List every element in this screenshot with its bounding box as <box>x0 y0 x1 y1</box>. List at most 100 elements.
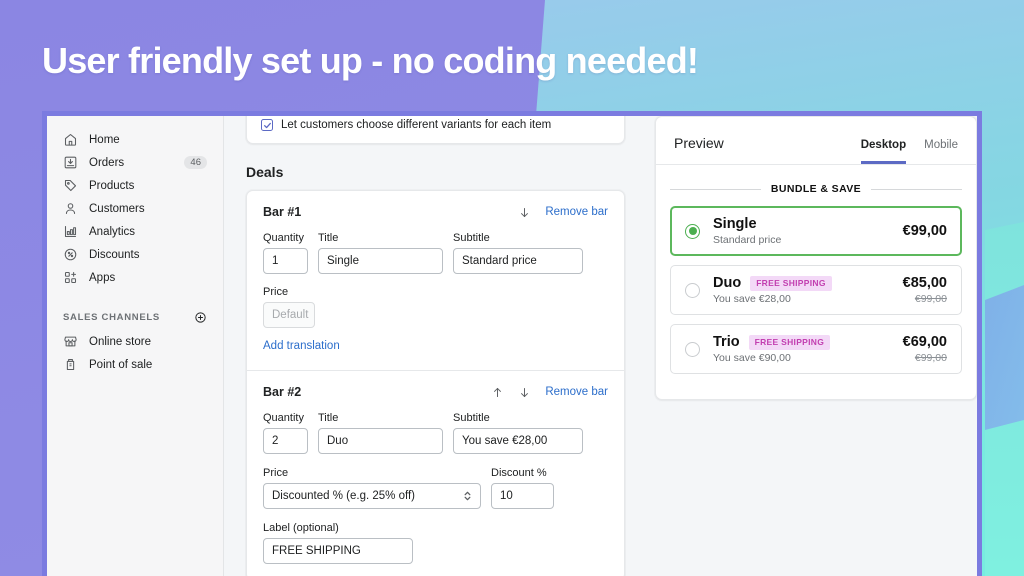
bar-2-price-field: Price Discounted % (e.g. 25% off) <box>263 467 481 509</box>
move-up-arrow-icon[interactable] <box>491 386 504 399</box>
free-shipping-badge: FREE SHIPPING <box>749 335 831 350</box>
bar-1-quantity-field: Quantity 1 <box>263 232 308 274</box>
sales-channels-section-header: SALES CHANNELS <box>63 311 207 324</box>
move-down-arrow-icon[interactable] <box>518 206 531 219</box>
bundle-option-title-row: Trio FREE SHIPPING <box>713 334 903 350</box>
sidebar: Home Orders 46 Products Customers <box>47 116 224 576</box>
bundle-option-subtitle: You save €28,00 <box>713 293 903 305</box>
preview-card: Preview Desktop Mobile BUNDLE & SAVE S <box>655 116 977 400</box>
sidebar-item-discounts[interactable]: Discounts <box>55 243 215 266</box>
bar-1-title-label: Title <box>318 232 443 244</box>
bar-2-subtitle-field: Subtitle You save €28,00 <box>453 412 583 454</box>
bar-2-discount-label: Discount % <box>491 467 554 479</box>
point-of-sale-icon <box>63 357 81 372</box>
bar-2-remove-button[interactable]: Remove bar <box>545 386 608 398</box>
deals-section-title: Deals <box>246 164 625 180</box>
sidebar-item-label: Customers <box>89 203 207 215</box>
bar-block-1: Bar #1 Remove bar Quantity 1 Title <box>247 191 624 370</box>
sidebar-item-home[interactable]: Home <box>55 128 215 151</box>
divider-left <box>670 189 761 190</box>
tab-desktop[interactable]: Desktop <box>861 139 906 164</box>
bundle-option-pricing: €85,00 €99,00 <box>903 275 947 305</box>
sidebar-item-label: Discounts <box>89 249 207 261</box>
tag-icon <box>63 178 81 193</box>
bundle-heading-text: BUNDLE & SAVE <box>771 183 861 195</box>
sidebar-item-customers[interactable]: Customers <box>55 197 215 220</box>
sidebar-item-orders[interactable]: Orders 46 <box>55 151 215 174</box>
move-down-arrow-icon[interactable] <box>518 386 531 399</box>
orders-icon <box>63 155 81 170</box>
bundle-option-name: Duo <box>713 275 741 291</box>
deals-form-column: Let customers choose different variants … <box>224 116 647 576</box>
bar-1-actions: Remove bar <box>518 206 608 219</box>
bar-2-title-label: Title <box>318 412 443 424</box>
sidebar-item-label: Products <box>89 180 207 192</box>
sidebar-item-online-store[interactable]: Online store <box>55 330 215 353</box>
bar-1-quantity-input[interactable]: 1 <box>263 248 308 274</box>
preview-column: Preview Desktop Mobile BUNDLE & SAVE S <box>647 116 977 576</box>
variants-checkbox-row[interactable]: Let customers choose different variants … <box>261 119 610 131</box>
tab-mobile[interactable]: Mobile <box>924 139 958 164</box>
preview-body: BUNDLE & SAVE Single Standard price €99,… <box>656 165 976 399</box>
bar-2-optional-label: Label (optional) <box>263 522 413 534</box>
sidebar-item-analytics[interactable]: Analytics <box>55 220 215 243</box>
bundle-heading: BUNDLE & SAVE <box>670 183 962 195</box>
bundle-option-old-price: €99,00 <box>903 352 947 364</box>
bar-1-subtitle-input[interactable]: Standard price <box>453 248 583 274</box>
bar-2-price-select[interactable]: Discounted % (e.g. 25% off) <box>263 483 481 509</box>
discount-percent-icon <box>63 247 81 262</box>
bar-1-header: Bar #1 Remove bar <box>263 205 608 219</box>
variants-checkbox-label: Let customers choose different variants … <box>281 119 551 131</box>
bar-1-title-field: Title Single <box>318 232 443 274</box>
bundle-option-old-price: €99,00 <box>903 293 947 305</box>
bundle-option-subtitle: Standard price <box>713 234 903 246</box>
bar-2-price-row: Price Discounted % (e.g. 25% off) Discou… <box>263 467 608 509</box>
bar-1-price-label: Price <box>263 286 315 298</box>
bar-1-add-translation-link[interactable]: Add translation <box>263 340 340 352</box>
bar-2-optional-label-field: Label (optional) FREE SHIPPING <box>263 522 413 564</box>
bundle-option-price: €99,00 <box>903 223 947 239</box>
plus-circle-icon[interactable] <box>194 311 207 324</box>
sidebar-item-apps[interactable]: Apps <box>55 266 215 289</box>
bar-1-remove-button[interactable]: Remove bar <box>545 206 608 218</box>
bar-2-quantity-input[interactable]: 2 <box>263 428 308 454</box>
bar-2-discount-input[interactable]: 10 <box>491 483 554 509</box>
bundle-option-name: Trio <box>713 334 740 350</box>
bundle-option-single[interactable]: Single Standard price €99,00 <box>670 206 962 256</box>
free-shipping-badge: FREE SHIPPING <box>750 276 832 291</box>
bar-1-price-field: Price Default <box>263 286 315 328</box>
bundle-option-pricing: €99,00 <box>903 223 947 239</box>
chevron-updown-icon <box>463 490 472 502</box>
bundle-option-duo[interactable]: Duo FREE SHIPPING You save €28,00 €85,00… <box>670 265 962 315</box>
bar-2-header: Bar #2 Remove bar <box>263 385 608 399</box>
bar-2-title-input[interactable]: Duo <box>318 428 443 454</box>
checkbox-checked-icon[interactable] <box>261 119 273 131</box>
bar-2-subtitle-input[interactable]: You save €28,00 <box>453 428 583 454</box>
preview-title: Preview <box>674 135 724 164</box>
bar-2-optional-input[interactable]: FREE SHIPPING <box>263 538 413 564</box>
deals-card: Bar #1 Remove bar Quantity 1 Title <box>246 190 625 576</box>
radio-unselected-icon[interactable] <box>685 283 700 298</box>
bar-1-subtitle-field: Subtitle Standard price <box>453 232 583 274</box>
bar-1-title-input[interactable]: Single <box>318 248 443 274</box>
sidebar-item-products[interactable]: Products <box>55 174 215 197</box>
preview-tabs: Desktop Mobile <box>861 139 958 164</box>
bar-1-quantity-label: Quantity <box>263 232 308 244</box>
bundle-option-price: €85,00 <box>903 275 947 291</box>
bundle-option-trio[interactable]: Trio FREE SHIPPING You save €90,00 €69,0… <box>670 324 962 374</box>
bar-block-2: Bar #2 Remove bar Quantity 2 <box>247 370 624 576</box>
bar-2-quantity-label: Quantity <box>263 412 308 424</box>
page-title: User friendly set up - no coding needed! <box>42 40 698 82</box>
preview-header: Preview Desktop Mobile <box>656 117 976 165</box>
radio-unselected-icon[interactable] <box>685 342 700 357</box>
sidebar-item-label: Online store <box>89 336 207 348</box>
sidebar-item-label: Apps <box>89 272 207 284</box>
person-icon <box>63 201 81 216</box>
radio-selected-icon[interactable] <box>685 224 700 239</box>
home-icon <box>63 132 81 147</box>
sidebar-item-point-of-sale[interactable]: Point of sale <box>55 353 215 376</box>
bundle-option-content: Duo FREE SHIPPING You save €28,00 <box>713 275 903 305</box>
bar-2-fields: Quantity 2 Title Duo Subtitle You save €… <box>263 412 608 454</box>
bar-1-price-input[interactable]: Default <box>263 302 315 328</box>
bar-2-price-select-value: Discounted % (e.g. 25% off) <box>272 490 415 502</box>
